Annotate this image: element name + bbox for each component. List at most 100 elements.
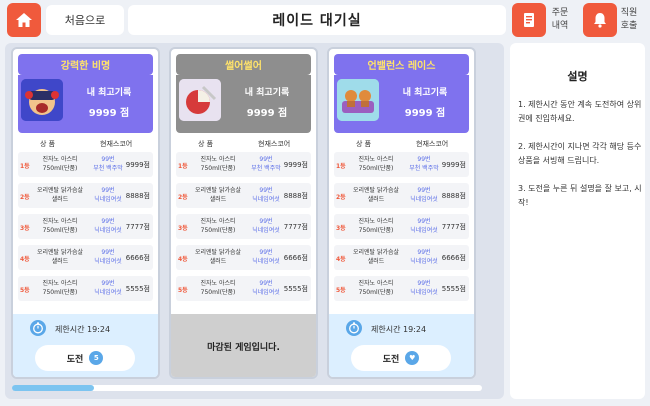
player-info: 99번 닉네임여섯: [88, 279, 128, 297]
prize-line1: 오리엔탈 닭가슴살: [36, 187, 84, 194]
ranking-header: 상 품 현재스코어: [18, 137, 153, 151]
best-record-value: 9999 점: [404, 108, 446, 119]
player-info: 99번닉네임여섯: [404, 248, 444, 266]
rank-label: 1등: [336, 163, 346, 170]
prize-line2: 샐러드: [209, 196, 227, 203]
player-nickname: 닉네임여섯: [252, 227, 280, 234]
attempts-badge: 5: [89, 351, 104, 365]
raid-card-3: 언밸런스 레이스 내 최고기록 9999 점 상 품 현재스코어 1등 진자노 …: [327, 47, 476, 379]
score-column-header: 현재스코어: [416, 140, 449, 148]
ranking-row: 2등 오리엔탈 닭가슴살 샐러드 99번 닉네임여섯 8888점: [176, 183, 311, 208]
ranking-row: 1등 진자노 아스티 750ml(단품) 99번부천 백주막 9999점: [334, 152, 469, 177]
order-history-button[interactable]: [512, 3, 546, 37]
player-info: 99번 닉네임여섯: [246, 217, 286, 235]
prize-line2: 750ml(단품): [200, 227, 236, 234]
game-closed-text: 마감된 게임입니다.: [207, 343, 280, 353]
call-label-line2: 호출: [620, 21, 638, 31]
player-nickname: 닉네임여섯: [410, 289, 438, 296]
staff-call-button[interactable]: [583, 3, 617, 37]
rank-label: 3등: [336, 225, 346, 232]
raid-card-1: 강력한 비명 내 최고기록 9999 점 상 품 현재스코어 1등 진자노 아스…: [11, 47, 160, 379]
scrollbar-thumb[interactable]: [12, 385, 94, 391]
rank-label: 4등: [178, 256, 188, 263]
player-info: 99번부천 백주막: [404, 155, 444, 173]
prize-name: 오리엔탈 닭가슴살 샐러드: [190, 186, 246, 204]
prize-name: 오리엔탈 닭가슴살 샐러드: [348, 186, 404, 204]
prize-line1: 진자노 아스티: [358, 156, 394, 163]
prize-line1: 진자노 아스티: [200, 156, 236, 163]
best-record-value: 9999 점: [88, 108, 130, 119]
raid-card-title: 썰어썰어: [176, 54, 311, 75]
player-number: 99번: [417, 249, 431, 256]
ranking-row: 3등 진자노 아스티 750ml(단품) 99번 닉네임여섯 7777점: [334, 214, 469, 239]
score-value: 6666점: [283, 254, 308, 262]
player-info: 99번닉네임여섯: [404, 279, 444, 297]
challenge-label: 도전: [66, 354, 84, 365]
prize-line2: 750ml(단품): [358, 165, 394, 172]
order-label-line1: 주문: [551, 8, 569, 18]
prize-line1: 진자노 아스티: [42, 280, 78, 287]
prize-line2: 750ml(단품): [42, 227, 78, 234]
raid-card-title: 언밸런스 레이스: [334, 54, 469, 75]
prize-line2: 샐러드: [367, 196, 385, 203]
prize-line1: 진자노 아스티: [200, 280, 236, 287]
raid-card-footer: 마감된 게임입니다.: [171, 314, 316, 377]
ranking-row: 4등 오리엔탈 닭가슴살 샐러드 99번 닉네임여섯 6666점: [18, 245, 153, 270]
prize-name: 진자노 아스티 750ml(단품): [348, 155, 404, 173]
challenge-button[interactable]: 도전 ♥: [351, 345, 451, 371]
staff-call-label[interactable]: 직원 호출: [616, 3, 642, 37]
score-value: 8888점: [441, 192, 466, 200]
player-nickname: 부천 백주막: [93, 165, 123, 172]
player-nickname: 닉네임여섯: [410, 227, 438, 234]
home-label-button[interactable]: 처음으로: [46, 5, 124, 35]
prize-line1: 진자노 아스티: [200, 218, 236, 225]
horizontal-scrollbar[interactable]: [12, 385, 482, 391]
prize-line2: 750ml(단품): [200, 289, 236, 296]
score-value: 9999점: [441, 161, 466, 169]
score-value: 7777점: [283, 223, 308, 231]
stopwatch-icon: [346, 320, 362, 336]
rank-label: 4등: [20, 256, 30, 263]
player-nickname: 닉네임여섯: [410, 258, 438, 265]
challenge-label: 도전: [382, 354, 400, 365]
rank-label: 2등: [178, 194, 188, 201]
player-info: 99번 닉네임여섯: [404, 186, 444, 204]
player-nickname: 부천 백주막: [251, 165, 281, 172]
ranking-row: 3등 진자노 아스티 750ml(단품) 99번 닉네임여섯 7777점: [18, 214, 153, 239]
raid-card-2: 썰어썰어 내 최고기록 9999 점 상 품 현재스코어 1등 진자노 아스티 7…: [169, 47, 318, 379]
ranking-row: 4등 오리엔탈 닭가슴살 샐러드 99번 닉네임여섯 6666점: [334, 245, 469, 270]
player-number: 99번: [417, 218, 431, 225]
player-number: 99번: [101, 249, 115, 256]
prize-name: 오리엔탈 닭가슴살 샐러드: [190, 248, 246, 266]
player-number: 99번: [101, 187, 115, 194]
player-nickname: 부천 백주막: [409, 165, 439, 172]
page-title: 레이드 대기실: [128, 5, 506, 35]
instruction-item-2: 2. 제한시간이 지나면 각각 해당 등수 상품을 서빙해 드립니다.: [518, 142, 642, 165]
score-value: 6666점: [441, 254, 466, 262]
rank-label: 2등: [336, 194, 346, 201]
player-number: 99번: [259, 187, 273, 194]
player-info: 99번닉네임여섯: [88, 186, 128, 204]
player-nickname: 닉네임여섯: [94, 196, 122, 203]
prize-line1: 오리엔탈 닭가슴살: [194, 249, 242, 256]
player-number: 99번: [417, 156, 431, 163]
best-record-label: 내 최고기록: [244, 88, 290, 98]
ranking-row: 3등 진자노 아스티 750ml(단품) 99번 닉네임여섯 7777점: [176, 214, 311, 239]
player-nickname: 닉네임여섯: [252, 196, 280, 203]
order-history-label[interactable]: 주문 내역: [548, 3, 572, 37]
prize-line2: 750ml(단품): [42, 289, 78, 296]
home-button[interactable]: [7, 3, 41, 37]
player-nickname: 닉네임여섯: [410, 196, 438, 203]
time-limit-text: 제한시간 19:24: [55, 325, 111, 334]
prize-name: 진자노 아스티 750ml(단품): [190, 155, 246, 173]
prize-line2: 750ml(단품): [42, 165, 78, 172]
player-info: 99번닉네임여섯: [404, 217, 444, 235]
raid-card-footer: 제한시간 19:24 도전 ♥: [329, 314, 474, 377]
prize-line2: 750ml(단품): [358, 227, 394, 234]
instruction-item-1: 1. 제한시간 동안 계속 도전하여 상위권에 진입하세요.: [518, 100, 642, 123]
player-number: 99번: [417, 280, 431, 287]
challenge-button[interactable]: 도전 5: [35, 345, 135, 371]
score-column-header: 현재스코어: [258, 140, 291, 148]
time-limit-text: 제한시간 19:24: [371, 325, 427, 334]
game-thumbnail: [21, 79, 63, 121]
